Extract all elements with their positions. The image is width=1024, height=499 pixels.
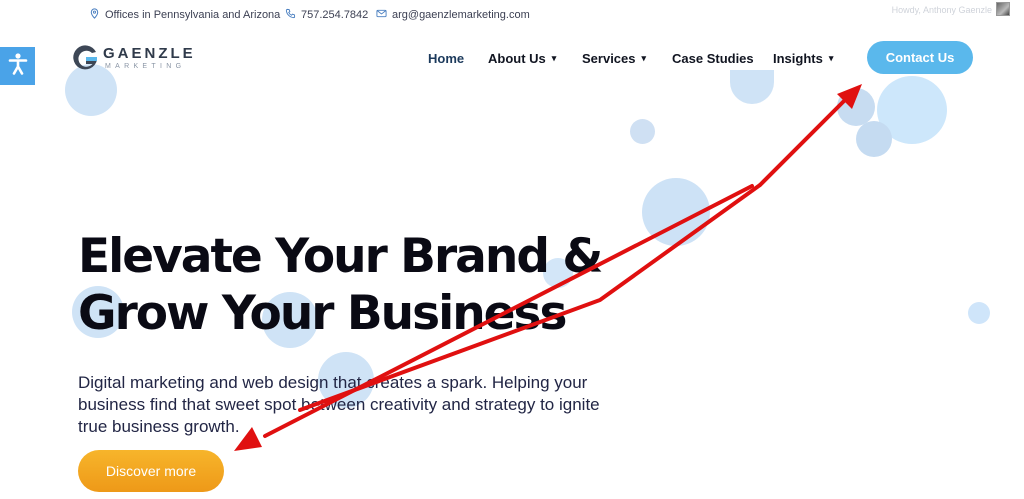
hero-title: Elevate Your Brand & Grow Your Business [78, 228, 678, 342]
annotation-arrow-line [758, 98, 847, 187]
hero-subtitle: Digital marketing and web design that cr… [78, 373, 600, 436]
decor-bubble [630, 119, 655, 144]
nav-home-label: Home [428, 50, 465, 66]
logo-g-icon [70, 43, 100, 78]
location-pin-icon [89, 8, 100, 22]
hero-title-line-2: Grow Your Business [78, 286, 568, 341]
howdy-user-text[interactable]: Howdy, Anthony Gaenzle [892, 5, 992, 15]
accessibility-button[interactable] [0, 47, 35, 85]
nav-case-studies[interactable]: Case Studies [672, 50, 754, 66]
nav-case-studies-label: Case Studies [672, 50, 754, 66]
phone-text[interactable]: 757.254.7842 [301, 9, 368, 21]
chevron-down-icon: ▾ [551, 52, 557, 63]
location-text: Offices in Pennsylvania and Arizona [105, 9, 281, 21]
nav-services-label: Services [582, 50, 636, 66]
phone-icon [285, 8, 296, 22]
nav-about-us[interactable]: About Us ▾ [488, 50, 556, 66]
nav-services[interactable]: Services ▾ [582, 50, 646, 66]
top-contact-bar: Offices in Pennsylvania and Arizona 757.… [0, 0, 1024, 28]
nav-about-label: About Us [488, 50, 546, 66]
avatar[interactable] [996, 2, 1010, 16]
chevron-down-icon: ▾ [828, 52, 834, 63]
logo-tagline: MARKETING [105, 63, 186, 70]
decor-bubble [856, 121, 892, 157]
accessibility-icon [7, 52, 29, 81]
site-logo[interactable]: GAENZLE MARKETING [70, 43, 200, 75]
email-text[interactable]: arg@gaenzlemarketing.com [392, 9, 530, 21]
chevron-down-icon: ▾ [641, 52, 647, 63]
hero-title-line-1: Elevate Your Brand & [78, 229, 603, 284]
decor-bubble [968, 302, 990, 324]
location-info: Offices in Pennsylvania and Arizona [89, 8, 280, 22]
decor-bubble [730, 70, 774, 104]
phone-info[interactable]: 757.254.7842 [285, 8, 368, 22]
nav-insights-label: Insights [773, 50, 823, 66]
email-info[interactable]: arg@gaenzlemarketing.com [376, 8, 530, 22]
mail-icon [376, 8, 387, 22]
contact-us-button[interactable]: Contact Us [867, 41, 973, 74]
nav-insights[interactable]: Insights ▾ [773, 50, 833, 66]
discover-more-button[interactable]: Discover more [78, 450, 224, 492]
logo-wordmark: GAENZLE [103, 45, 196, 62]
nav-home[interactable]: Home [428, 50, 464, 66]
decor-bubble [837, 88, 875, 126]
